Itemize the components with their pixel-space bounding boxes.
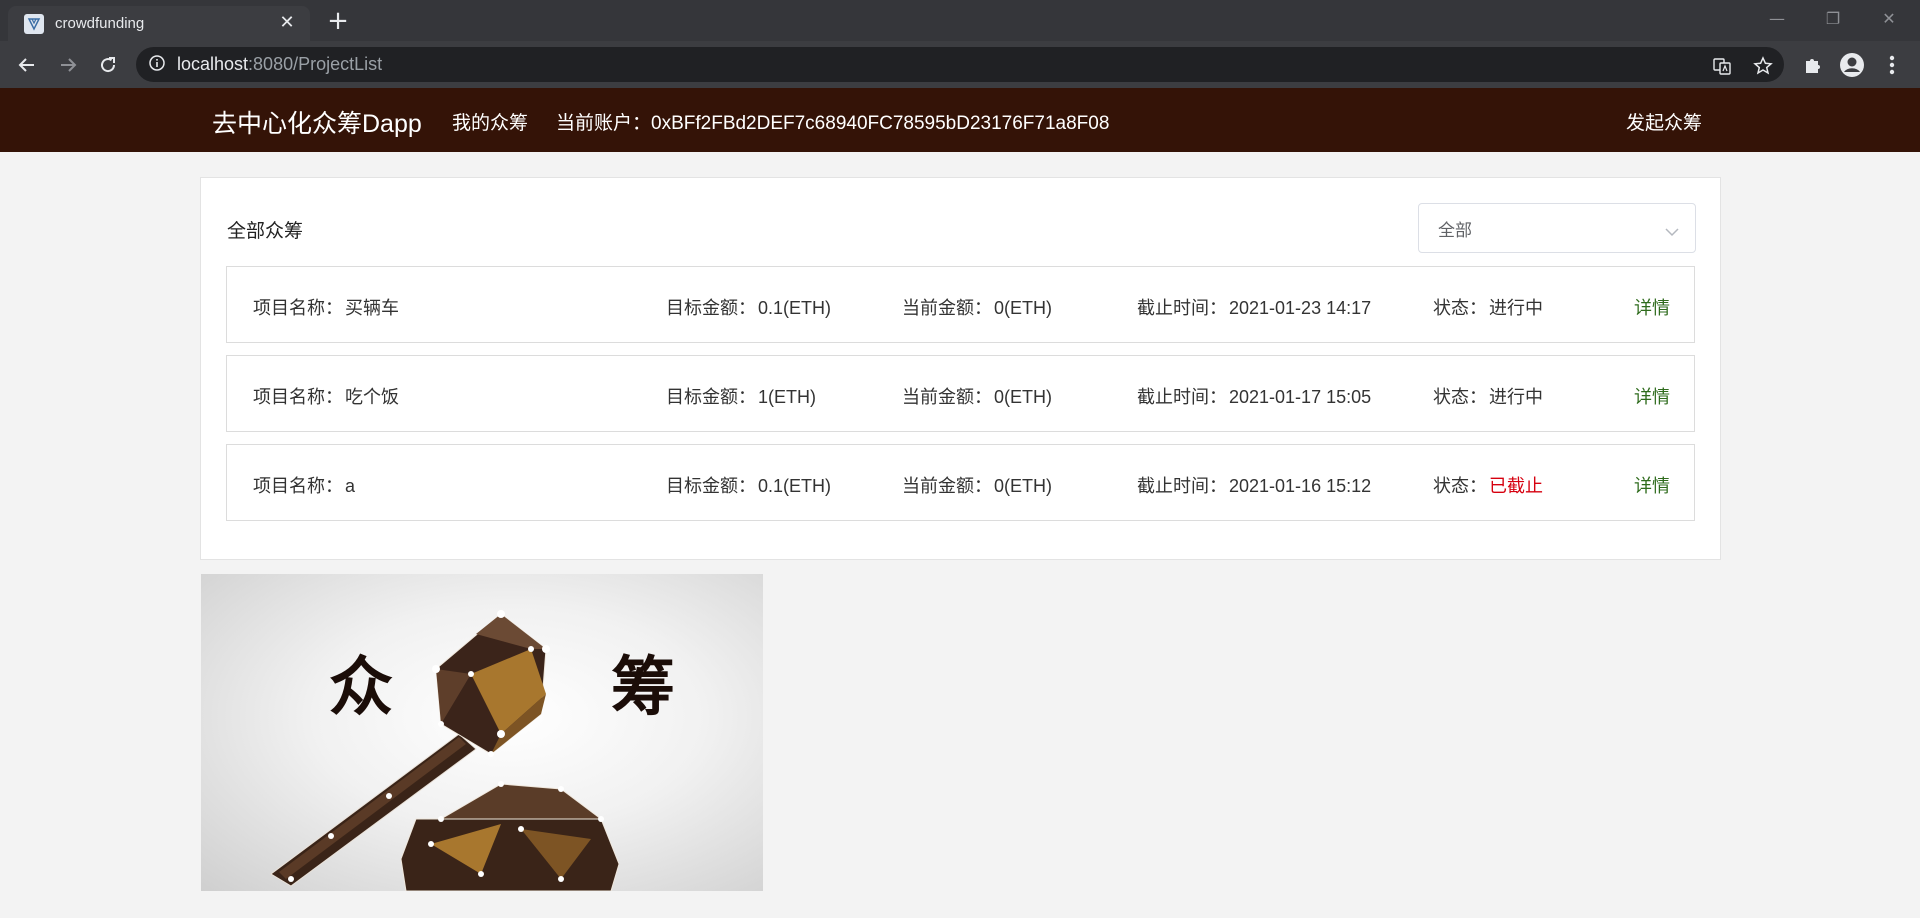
target-label: 目标金额： [666,298,756,318]
site-info-icon[interactable] [149,54,165,75]
browser-tab[interactable]: crowdfunding ✕ [8,6,310,41]
current-amount: 当前金额： 0(ETH) [902,383,1052,409]
my-funding-link[interactable]: 我的众筹 [452,108,528,135]
deadline: 截止时间： 2021-01-17 15:05 [1137,383,1371,409]
current-label: 当前金额： [902,298,992,318]
detail-link[interactable]: 详情 [1634,294,1670,320]
url-host: localhost [177,54,249,74]
project-name-value: 买辆车 [345,298,399,318]
deadline: 截止时间： 2021-01-23 14:17 [1137,294,1371,320]
brand-title[interactable]: 去中心化众筹Dapp [212,104,422,140]
extensions-puzzle-icon[interactable] [1800,52,1826,78]
filter-selected-value: 全部 [1438,220,1472,240]
forward-icon[interactable] [54,51,82,79]
browser-tabstrip: crowdfunding ✕ + — ❐ ✕ [0,0,1920,41]
account-address: 0xBFf2FBd2DEF7c68940FC78595bD23176F71a8F… [651,113,1110,134]
status: 状态： 已截止 [1433,472,1543,498]
target-amount: 目标金额： 1(ETH) [666,383,816,409]
window-close-icon[interactable]: ✕ [1874,6,1904,32]
target-amount: 目标金额： 0.1(ETH) [666,294,831,320]
status-label: 状态： [1433,387,1487,407]
project-name-value: 吃个饭 [345,387,399,407]
browser-toolbar: localhost:8080/ProjectList [0,41,1920,88]
translate-icon[interactable] [1711,55,1733,77]
url-path: :8080/ProjectList [248,54,383,74]
bookmark-star-icon[interactable] [1752,55,1774,77]
deadline-label: 截止时间： [1137,476,1227,496]
current-value: 0(ETH) [994,476,1052,496]
deadline-value: 2021-01-17 15:05 [1229,387,1372,407]
deadline-label: 截止时间： [1137,387,1227,407]
menu-kebab-icon[interactable] [1879,52,1905,78]
deadline: 截止时间： 2021-01-16 15:12 [1137,472,1371,498]
target-value: 0.1(ETH) [758,476,832,496]
gavel-illustration-icon [270,610,620,891]
project-name: 项目名称： a [253,472,355,498]
project-row: 项目名称： 买辆车 目标金额： 0.1(ETH) 当前金额： 0(ETH) 截止时间：… [226,266,1695,343]
target-value: 1(ETH) [758,387,816,407]
project-name-label: 项目名称： [253,298,343,318]
current-value: 0(ETH) [994,298,1052,318]
tab-close-icon[interactable]: ✕ [278,14,296,32]
detail-link[interactable]: 详情 [1634,472,1670,498]
panel-title: 全部众筹 [227,221,304,242]
site-favicon-icon [24,13,44,34]
reload-icon[interactable] [94,51,122,79]
project-name: 项目名称： 吃个饭 [253,383,399,409]
project-row: 项目名称： 吃个饭 目标金额： 1(ETH) 当前金额： 0(ETH) 截止时间： 20… [226,355,1695,432]
app-navbar: 去中心化众筹Dapp 我的众筹 当前账户：0xBFf2FBd2DEF7c6894… [0,88,1920,152]
new-tab-icon[interactable]: + [325,8,351,35]
back-icon[interactable] [13,51,41,79]
status-label: 状态： [1433,476,1487,496]
project-name-label: 项目名称： [253,387,343,407]
status-value: 已截止 [1489,476,1543,496]
status-value: 进行中 [1489,387,1543,407]
project-name: 项目名称： 买辆车 [253,294,399,320]
deadline-value: 2021-01-16 15:12 [1229,476,1372,496]
status-label: 状态： [1433,298,1487,318]
project-list-panel: 全部众筹 全部 项目名称： 买辆车 目标金额： 0.1(ETH) 当前金额： 0(ET… [200,177,1721,560]
target-label: 目标金额： [666,387,756,407]
current-amount: 当前金额： 0(ETH) [902,294,1052,320]
status-filter-select[interactable]: 全部 [1418,203,1696,253]
target-amount: 目标金额： 0.1(ETH) [666,472,831,498]
account-info: 当前账户：0xBFf2FBd2DEF7c68940FC78595bD23176F… [556,108,1109,135]
create-funding-link[interactable]: 发起众筹 [1626,108,1702,135]
restore-icon[interactable]: ❐ [1818,6,1848,32]
profile-avatar-icon[interactable] [1839,52,1865,78]
status: 状态： 进行中 [1433,383,1543,409]
tab-title: crowdfunding [55,15,145,32]
target-value: 0.1(ETH) [758,298,832,318]
current-label: 当前金额： [902,476,992,496]
current-amount: 当前金额： 0(ETH) [902,472,1052,498]
chevron-down-icon [1665,222,1679,241]
project-name-value: a [345,476,356,496]
status-value: 进行中 [1489,298,1543,318]
status: 状态： 进行中 [1433,294,1543,320]
target-label: 目标金额： [666,476,756,496]
deadline-label: 截止时间： [1137,298,1227,318]
project-name-label: 项目名称： [253,476,343,496]
url-text: localhost:8080/ProjectList [177,54,382,75]
minimize-icon[interactable]: — [1762,6,1792,32]
current-label: 当前金额： [902,387,992,407]
project-row: 项目名称： a 目标金额： 0.1(ETH) 当前金额： 0(ETH) 截止时间： 20… [226,444,1695,521]
current-value: 0(ETH) [994,387,1052,407]
address-bar[interactable]: localhost:8080/ProjectList [136,47,1784,82]
detail-link[interactable]: 详情 [1634,383,1670,409]
deadline-value: 2021-01-23 14:17 [1229,298,1372,318]
account-label: 当前账户： [556,113,652,134]
crowdfunding-banner-image: 众 筹 [201,574,763,891]
